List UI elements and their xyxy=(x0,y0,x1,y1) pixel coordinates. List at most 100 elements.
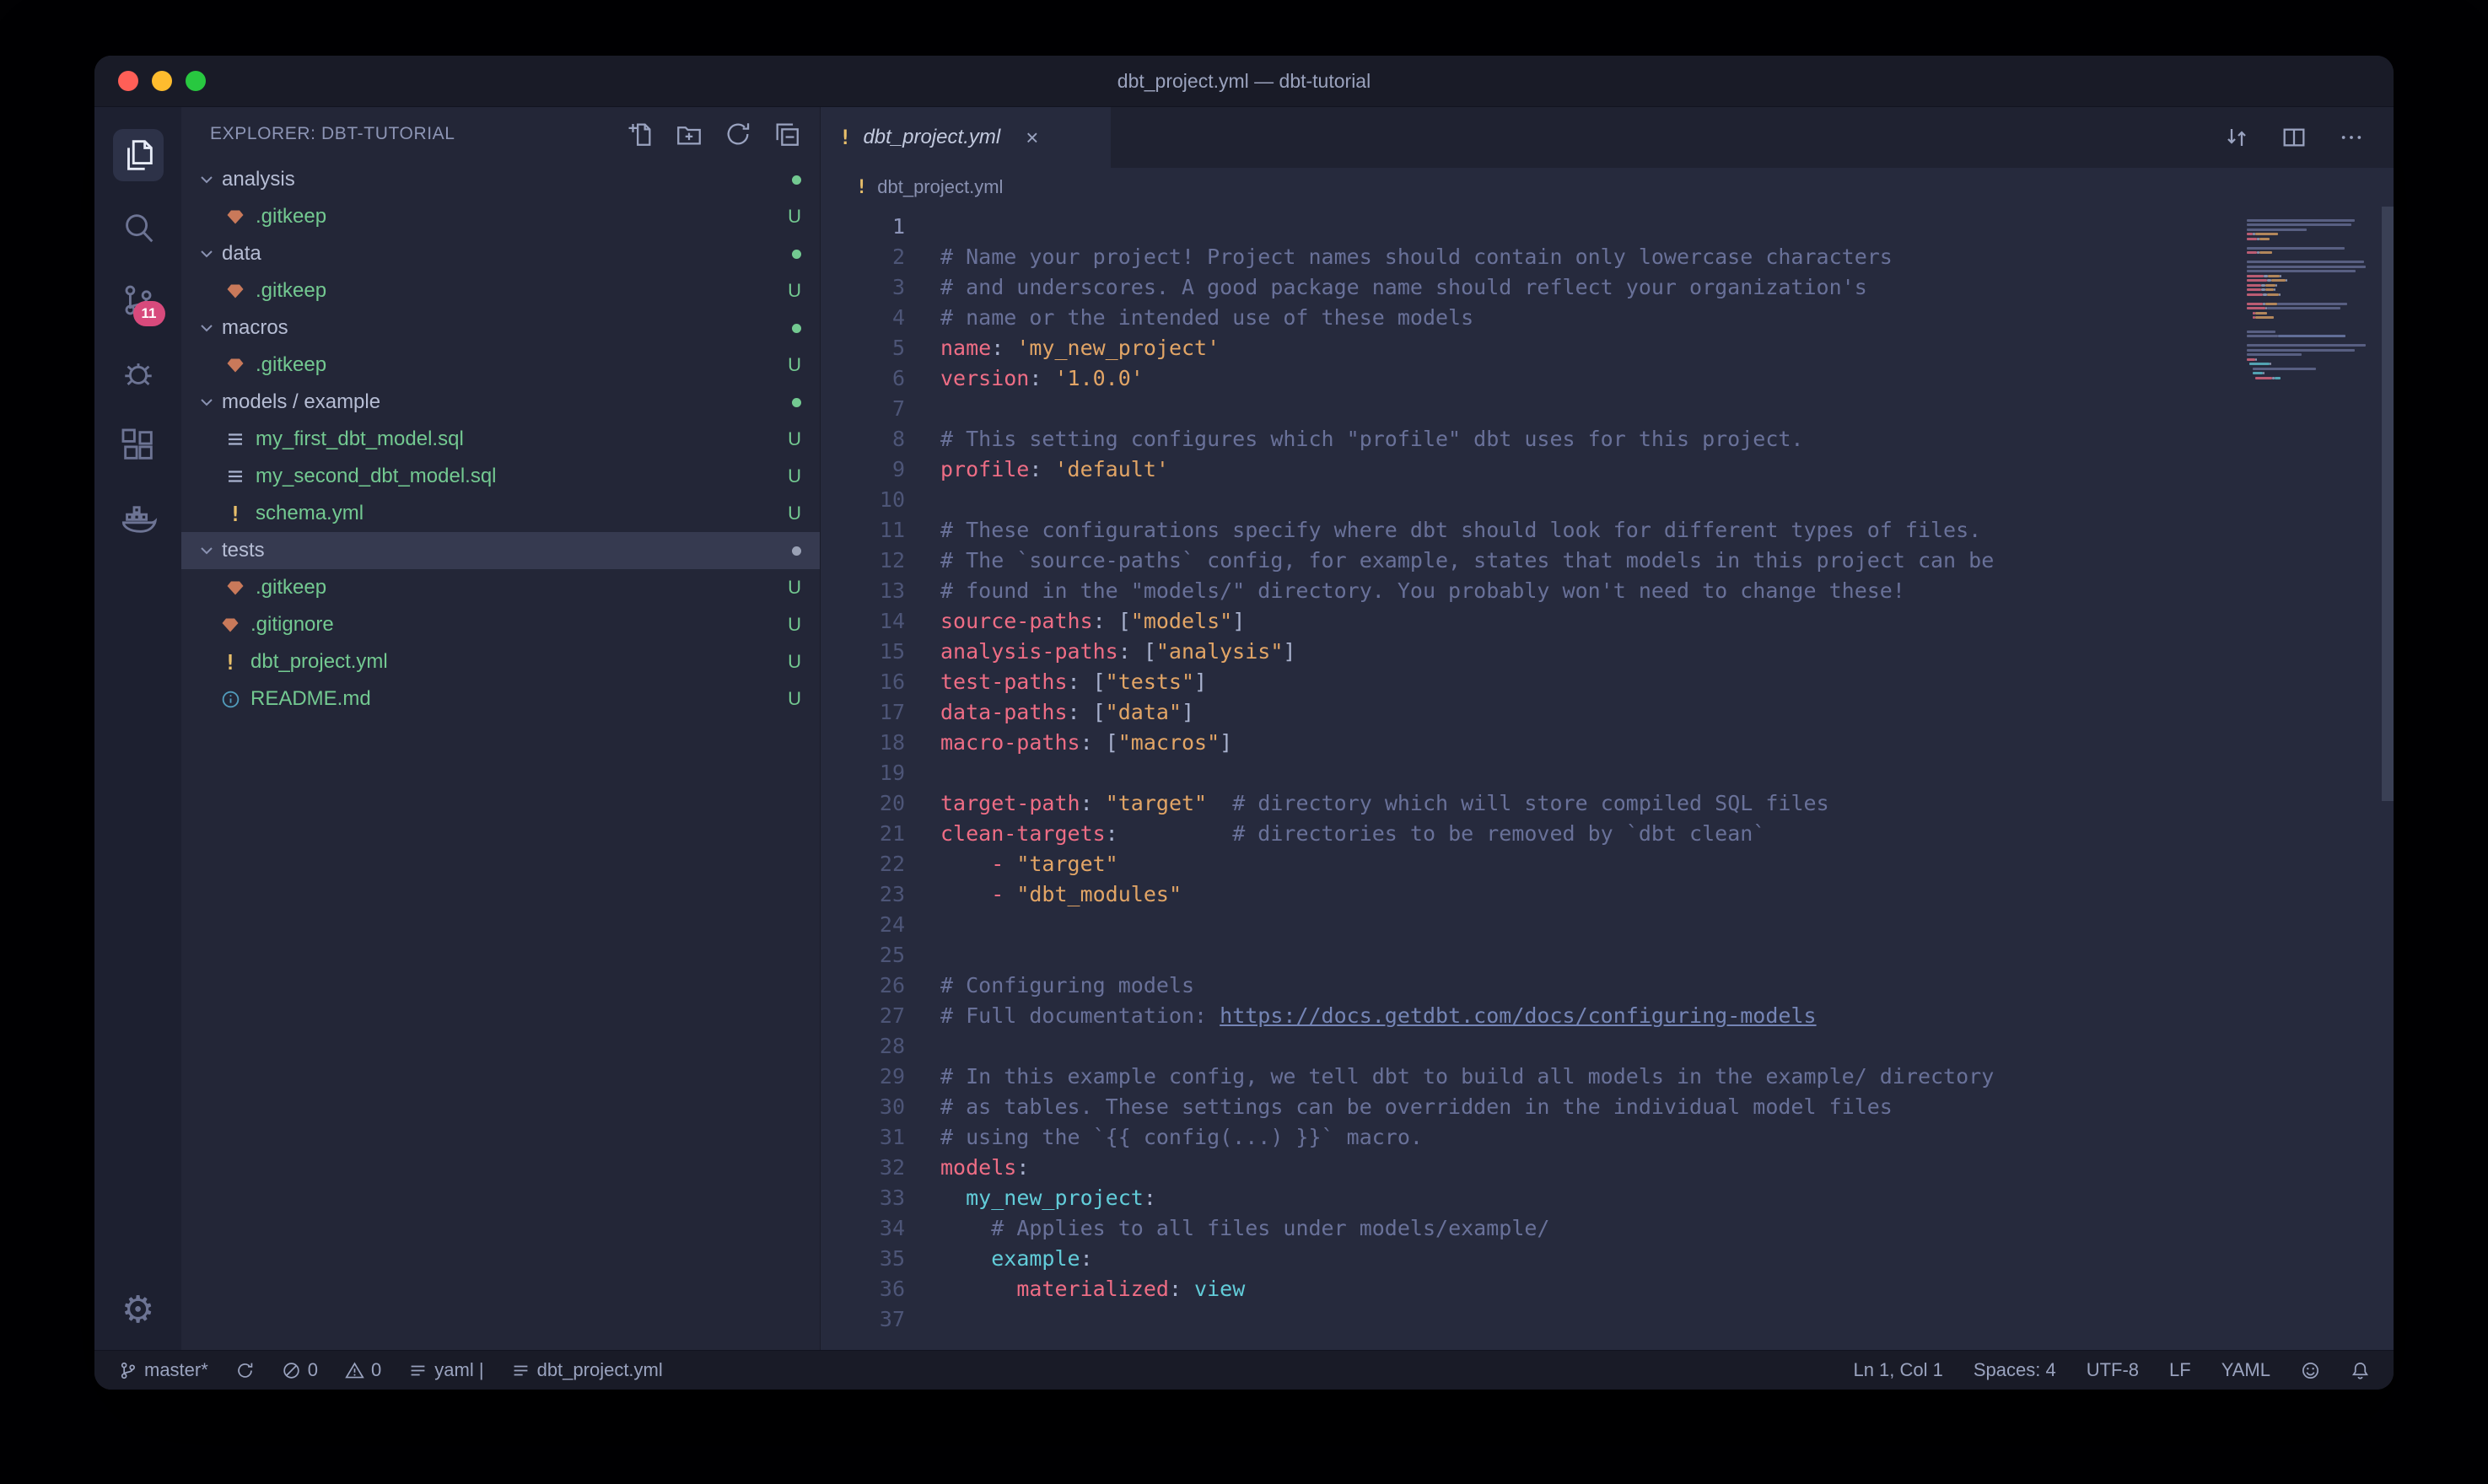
code-line: source-paths: ["models"] xyxy=(940,606,1994,637)
line-number: 21 xyxy=(821,819,905,849)
file-.gitkeep[interactable]: .gitkeepU xyxy=(181,272,820,309)
close-tab-icon[interactable]: × xyxy=(1026,126,1038,148)
line-number: 6 xyxy=(821,363,905,394)
file-schema.yml[interactable]: !schema.ymlU xyxy=(181,495,820,532)
code-line: data-paths: ["data"] xyxy=(940,697,1994,728)
line-number: 37 xyxy=(821,1304,905,1335)
activity-bar: 11 ⚙ xyxy=(94,107,181,1350)
git-status-badge: U xyxy=(788,577,801,599)
status-git-branch[interactable]: master* xyxy=(118,1359,208,1381)
new-folder-icon[interactable] xyxy=(675,120,703,148)
line-number: 16 xyxy=(821,667,905,697)
refresh-icon[interactable] xyxy=(724,120,752,148)
documentation-link[interactable]: https://docs.getdbt.com/docs/configuring… xyxy=(1220,1003,1816,1028)
git-status-badge: U xyxy=(788,614,801,636)
file-my-first-dbt-model.sql[interactable]: my_first_dbt_model.sqlU xyxy=(181,421,820,458)
extensions-tab[interactable] xyxy=(103,409,174,481)
more-actions-icon[interactable] xyxy=(2338,124,2365,151)
gem-file-icon xyxy=(223,205,247,229)
code-line: target-path: "target" # directory which … xyxy=(940,788,1994,819)
debug-tab[interactable] xyxy=(103,336,174,409)
file-dbt-project.yml[interactable]: !dbt_project.ymlU xyxy=(181,643,820,680)
file-.gitkeep[interactable]: .gitkeepU xyxy=(181,569,820,606)
file-readme.md[interactable]: README.mdU xyxy=(181,680,820,718)
minimize-window-button[interactable] xyxy=(152,71,172,91)
line-number: 33 xyxy=(821,1183,905,1213)
chevron-down-icon xyxy=(197,244,217,264)
line-number: 14 xyxy=(821,606,905,637)
search-tab[interactable] xyxy=(103,191,174,264)
open-changes-icon[interactable] xyxy=(2223,124,2250,151)
breadcrumb[interactable]: ! dbt_project.yml xyxy=(821,168,2394,207)
line-number: 8 xyxy=(821,424,905,454)
window-controls xyxy=(118,71,206,91)
status-indentation-label: Spaces: 4 xyxy=(1974,1359,2056,1381)
debug-icon xyxy=(119,353,158,392)
folder-data[interactable]: data xyxy=(181,235,820,272)
code-content: # Name your project! Project names shoul… xyxy=(940,212,1994,1335)
line-number: 31 xyxy=(821,1122,905,1153)
close-window-button[interactable] xyxy=(118,71,138,91)
maximize-window-button[interactable] xyxy=(186,71,206,91)
file-.gitignore[interactable]: .gitignoreU xyxy=(181,606,820,643)
collapse-all-icon[interactable] xyxy=(773,120,801,148)
extensions-icon xyxy=(119,426,158,465)
status-encoding[interactable]: UTF-8 xyxy=(2087,1359,2139,1381)
new-file-icon[interactable] xyxy=(626,120,654,148)
tree-row-label: macros xyxy=(222,316,288,340)
code-line: - "dbt_modules" xyxy=(940,879,1994,910)
line-number: 9 xyxy=(821,454,905,485)
git-status-badge: U xyxy=(788,688,801,710)
folder-macros[interactable]: macros xyxy=(181,309,820,347)
status-active-file-label: dbt_project.yml xyxy=(537,1359,663,1381)
status-cursor-position[interactable]: Ln 1, Col 1 xyxy=(1853,1359,1942,1381)
smiley-icon xyxy=(2301,1361,2320,1380)
warning-icon xyxy=(345,1361,364,1380)
folder-tests[interactable]: tests xyxy=(181,532,820,569)
code-line xyxy=(940,1031,1994,1062)
status-indentation[interactable]: Spaces: 4 xyxy=(1974,1359,2056,1381)
docker-tab[interactable] xyxy=(103,481,174,554)
status-sync[interactable] xyxy=(235,1361,255,1380)
tab-dbt-project-yml[interactable]: ! dbt_project.yml × xyxy=(821,107,1111,168)
status-yaml-schema[interactable]: yaml | xyxy=(408,1359,483,1381)
scrollbar[interactable] xyxy=(2382,207,2394,801)
code-line: - "target" xyxy=(940,849,1994,879)
code-line xyxy=(940,940,1994,971)
sql-file-icon xyxy=(223,465,247,488)
status-eol[interactable]: LF xyxy=(2169,1359,2191,1381)
file-.gitkeep[interactable]: .gitkeepU xyxy=(181,347,820,384)
minimap[interactable] xyxy=(2247,213,2375,385)
error-icon xyxy=(282,1361,301,1380)
settings-gear-icon[interactable]: ⚙ xyxy=(121,1269,154,1350)
app-window: dbt_project.yml — dbt-tutorial 11 xyxy=(94,56,2394,1390)
folder-models-example[interactable]: models / example xyxy=(181,384,820,421)
status-notifications[interactable] xyxy=(2351,1361,2370,1380)
branch-icon xyxy=(118,1361,137,1380)
source-control-tab[interactable]: 11 xyxy=(103,264,174,336)
split-editor-icon[interactable] xyxy=(2281,124,2308,151)
line-number: 35 xyxy=(821,1244,905,1274)
explorer-tab[interactable] xyxy=(103,119,174,191)
folder-status-dot xyxy=(792,398,801,407)
status-warnings[interactable]: 0 xyxy=(345,1359,381,1381)
code-area[interactable]: 1234567891011121314151617181920212223242… xyxy=(821,207,2394,1350)
status-active-file[interactable]: dbt_project.yml xyxy=(511,1359,663,1381)
sql-file-icon xyxy=(223,427,247,451)
line-number: 3 xyxy=(821,272,905,303)
breadcrumb-file: dbt_project.yml xyxy=(877,176,1003,198)
code-line: materialized: view xyxy=(940,1274,1994,1304)
folder-analysis[interactable]: analysis xyxy=(181,161,820,198)
warn-file-icon: ! xyxy=(218,650,242,674)
status-feedback[interactable] xyxy=(2301,1361,2320,1380)
file-my-second-dbt-model.sql[interactable]: my_second_dbt_model.sqlU xyxy=(181,458,820,495)
code-line: # This setting configures which "profile… xyxy=(940,424,1994,454)
tree-row-label: .gitkeep xyxy=(256,279,326,303)
code-line: # found in the "models/" directory. You … xyxy=(940,576,1994,606)
code-line: # Configuring models xyxy=(940,971,1994,1001)
file-.gitkeep[interactable]: .gitkeepU xyxy=(181,198,820,235)
status-errors-label: 0 xyxy=(308,1359,318,1381)
status-language-mode[interactable]: YAML xyxy=(2221,1359,2270,1381)
line-number: 10 xyxy=(821,485,905,515)
status-errors[interactable]: 0 xyxy=(282,1359,318,1381)
